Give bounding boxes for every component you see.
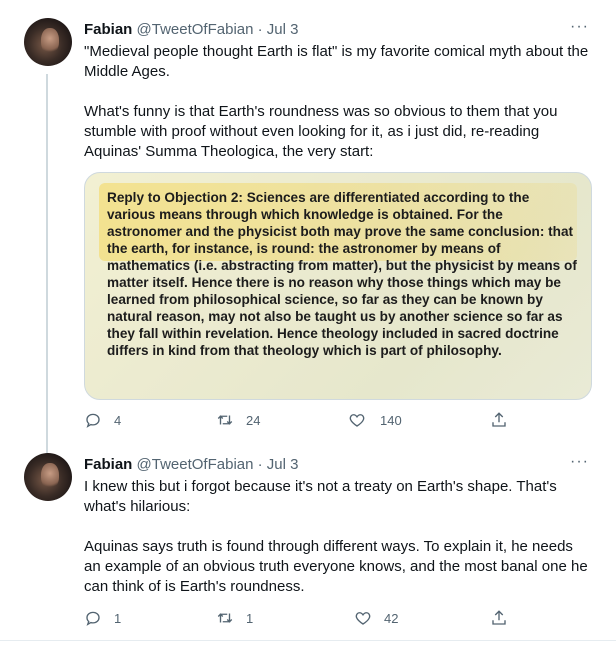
share-button[interactable] <box>490 608 508 628</box>
like-count: 140 <box>380 412 402 428</box>
tweet-paragraph: Aquinas says truth is found through diff… <box>84 538 588 595</box>
tweet-paragraph: What's funny is that Earth's roundness w… <box>84 103 558 160</box>
tweet-date[interactable]: · Jul 3 <box>258 456 299 473</box>
tweet-paragraph: "Medieval people thought Earth is flat" … <box>84 43 589 80</box>
tweet-image[interactable]: Reply to Objection 2: Sciences are diffe… <box>84 172 592 400</box>
tweet-date[interactable]: · Jul 3 <box>258 21 299 38</box>
like-button[interactable]: 140 <box>348 410 402 430</box>
avatar[interactable] <box>24 453 72 501</box>
thread-connector-line <box>46 74 48 454</box>
retweet-count: 24 <box>246 412 261 428</box>
retweet-icon <box>217 613 233 623</box>
tweet-text: "Medieval people thought Earth is flat" … <box>84 42 590 162</box>
reply-icon <box>86 611 100 626</box>
share-button[interactable] <box>490 410 508 430</box>
tweet-header: Fabian @TweetOfFabian · Jul 3 <box>84 455 299 475</box>
like-count: 42 <box>384 610 399 626</box>
tweet-actions: 4 24 140 <box>84 410 590 430</box>
share-icon <box>492 610 506 625</box>
reply-button[interactable]: 1 <box>84 608 121 628</box>
tweet-actions: 1 1 42 <box>84 608 590 628</box>
image-quote-text: Reply to Objection 2: Sciences are diffe… <box>107 190 577 358</box>
author-handle[interactable]: @TweetOfFabian <box>137 456 254 473</box>
like-button[interactable]: 42 <box>354 608 398 628</box>
author-name[interactable]: Fabian <box>84 21 132 38</box>
avatar[interactable] <box>24 18 72 66</box>
reply-count: 1 <box>114 610 122 626</box>
tweet-paragraph: I knew this but i forgot because it's no… <box>84 478 557 515</box>
retweet-button[interactable]: 24 <box>216 410 260 430</box>
author-name[interactable]: Fabian <box>84 456 132 473</box>
author-handle[interactable]: @TweetOfFabian <box>137 21 254 38</box>
tweet-2[interactable]: Fabian @TweetOfFabian · Jul 3 ··· I knew… <box>0 445 616 641</box>
heart-icon <box>349 414 365 427</box>
reply-icon <box>86 413 100 428</box>
tweet-text: I knew this but i forgot because it's no… <box>84 477 590 597</box>
reply-button[interactable]: 4 <box>84 410 121 430</box>
reply-count: 4 <box>114 412 122 428</box>
retweet-button[interactable]: 1 <box>216 608 253 628</box>
share-icon <box>492 412 506 427</box>
heart-icon <box>355 612 371 625</box>
more-options-icon[interactable]: ··· <box>570 453 589 471</box>
more-options-icon[interactable]: ··· <box>570 18 589 36</box>
tweet-header: Fabian @TweetOfFabian · Jul 3 <box>84 20 299 40</box>
retweet-icon <box>217 415 233 425</box>
retweet-count: 1 <box>246 610 254 626</box>
tweet-1[interactable]: Fabian @TweetOfFabian · Jul 3 ··· "Medie… <box>0 0 616 454</box>
